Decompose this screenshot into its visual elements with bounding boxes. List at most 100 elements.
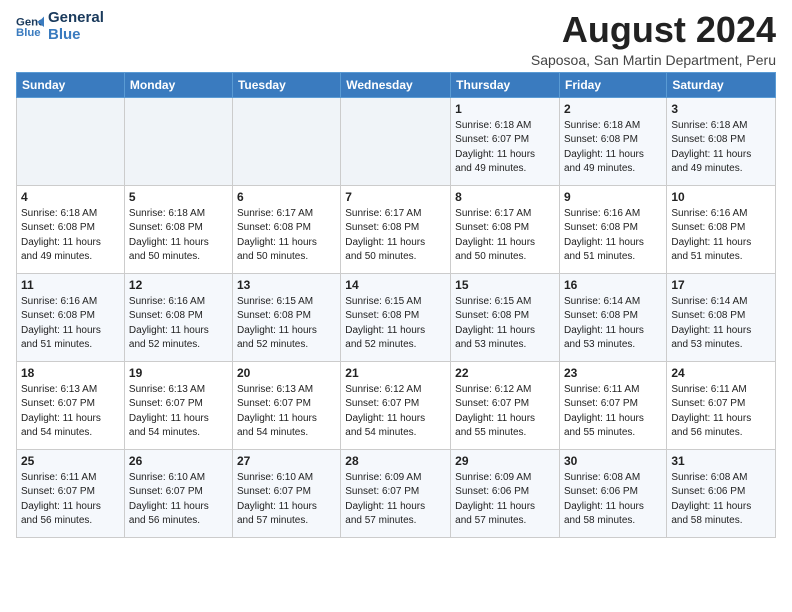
- calendar-cell: 28Sunrise: 6:09 AM Sunset: 6:07 PM Dayli…: [341, 449, 451, 537]
- day-header-wednesday: Wednesday: [341, 72, 451, 97]
- week-row-5: 25Sunrise: 6:11 AM Sunset: 6:07 PM Dayli…: [17, 449, 776, 537]
- day-number: 15: [455, 277, 555, 294]
- day-number: 5: [129, 189, 228, 206]
- day-header-sunday: Sunday: [17, 72, 125, 97]
- calendar-cell: 5Sunrise: 6:18 AM Sunset: 6:08 PM Daylig…: [124, 185, 232, 273]
- calendar-cell: 8Sunrise: 6:17 AM Sunset: 6:08 PM Daylig…: [451, 185, 560, 273]
- day-info: Sunrise: 6:11 AM Sunset: 6:07 PM Dayligh…: [564, 383, 662, 441]
- day-header-saturday: Saturday: [667, 72, 776, 97]
- calendar-cell: 29Sunrise: 6:09 AM Sunset: 6:06 PM Dayli…: [451, 449, 560, 537]
- calendar-cell: 13Sunrise: 6:15 AM Sunset: 6:08 PM Dayli…: [232, 273, 340, 361]
- calendar-cell: 25Sunrise: 6:11 AM Sunset: 6:07 PM Dayli…: [17, 449, 125, 537]
- calendar-cell: 27Sunrise: 6:10 AM Sunset: 6:07 PM Dayli…: [232, 449, 340, 537]
- page-header: General Blue General Blue August 2024 Sa…: [16, 10, 776, 68]
- day-info: Sunrise: 6:11 AM Sunset: 6:07 PM Dayligh…: [21, 471, 120, 529]
- calendar-header-row: SundayMondayTuesdayWednesdayThursdayFrid…: [17, 72, 776, 97]
- day-info: Sunrise: 6:18 AM Sunset: 6:08 PM Dayligh…: [21, 207, 120, 265]
- calendar-cell: [341, 97, 451, 185]
- day-info: Sunrise: 6:14 AM Sunset: 6:08 PM Dayligh…: [564, 295, 662, 353]
- day-number: 1: [455, 101, 555, 118]
- day-info: Sunrise: 6:18 AM Sunset: 6:08 PM Dayligh…: [129, 207, 228, 265]
- day-info: Sunrise: 6:16 AM Sunset: 6:08 PM Dayligh…: [129, 295, 228, 353]
- calendar-table: SundayMondayTuesdayWednesdayThursdayFrid…: [16, 72, 776, 538]
- day-header-thursday: Thursday: [451, 72, 560, 97]
- day-header-tuesday: Tuesday: [232, 72, 340, 97]
- day-info: Sunrise: 6:18 AM Sunset: 6:08 PM Dayligh…: [564, 119, 662, 177]
- day-number: 21: [345, 365, 446, 382]
- day-info: Sunrise: 6:10 AM Sunset: 6:07 PM Dayligh…: [237, 471, 336, 529]
- day-info: Sunrise: 6:12 AM Sunset: 6:07 PM Dayligh…: [455, 383, 555, 441]
- calendar-cell: 1Sunrise: 6:18 AM Sunset: 6:07 PM Daylig…: [451, 97, 560, 185]
- calendar-cell: 18Sunrise: 6:13 AM Sunset: 6:07 PM Dayli…: [17, 361, 125, 449]
- svg-text:Blue: Blue: [16, 26, 41, 38]
- day-number: 23: [564, 365, 662, 382]
- day-info: Sunrise: 6:08 AM Sunset: 6:06 PM Dayligh…: [564, 471, 662, 529]
- calendar-cell: 12Sunrise: 6:16 AM Sunset: 6:08 PM Dayli…: [124, 273, 232, 361]
- calendar-cell: 19Sunrise: 6:13 AM Sunset: 6:07 PM Dayli…: [124, 361, 232, 449]
- day-number: 14: [345, 277, 446, 294]
- calendar-cell: 23Sunrise: 6:11 AM Sunset: 6:07 PM Dayli…: [560, 361, 667, 449]
- day-number: 18: [21, 365, 120, 382]
- week-row-1: 1Sunrise: 6:18 AM Sunset: 6:07 PM Daylig…: [17, 97, 776, 185]
- day-info: Sunrise: 6:13 AM Sunset: 6:07 PM Dayligh…: [129, 383, 228, 441]
- day-number: 19: [129, 365, 228, 382]
- calendar-cell: 14Sunrise: 6:15 AM Sunset: 6:08 PM Dayli…: [341, 273, 451, 361]
- logo: General Blue General Blue: [16, 10, 104, 43]
- day-header-friday: Friday: [560, 72, 667, 97]
- day-number: 28: [345, 453, 446, 470]
- day-info: Sunrise: 6:17 AM Sunset: 6:08 PM Dayligh…: [345, 207, 446, 265]
- day-number: 11: [21, 277, 120, 294]
- week-row-4: 18Sunrise: 6:13 AM Sunset: 6:07 PM Dayli…: [17, 361, 776, 449]
- calendar-cell: 17Sunrise: 6:14 AM Sunset: 6:08 PM Dayli…: [667, 273, 776, 361]
- calendar-cell: 24Sunrise: 6:11 AM Sunset: 6:07 PM Dayli…: [667, 361, 776, 449]
- day-number: 22: [455, 365, 555, 382]
- calendar-cell: 30Sunrise: 6:08 AM Sunset: 6:06 PM Dayli…: [560, 449, 667, 537]
- calendar-cell: 2Sunrise: 6:18 AM Sunset: 6:08 PM Daylig…: [560, 97, 667, 185]
- calendar-cell: 26Sunrise: 6:10 AM Sunset: 6:07 PM Dayli…: [124, 449, 232, 537]
- calendar-cell: 20Sunrise: 6:13 AM Sunset: 6:07 PM Dayli…: [232, 361, 340, 449]
- week-row-2: 4Sunrise: 6:18 AM Sunset: 6:08 PM Daylig…: [17, 185, 776, 273]
- calendar-cell: 11Sunrise: 6:16 AM Sunset: 6:08 PM Dayli…: [17, 273, 125, 361]
- calendar-cell: 15Sunrise: 6:15 AM Sunset: 6:08 PM Dayli…: [451, 273, 560, 361]
- calendar-cell: 3Sunrise: 6:18 AM Sunset: 6:08 PM Daylig…: [667, 97, 776, 185]
- day-info: Sunrise: 6:13 AM Sunset: 6:07 PM Dayligh…: [237, 383, 336, 441]
- location-subtitle: Saposoa, San Martin Department, Peru: [531, 52, 776, 68]
- day-number: 3: [671, 101, 771, 118]
- day-info: Sunrise: 6:17 AM Sunset: 6:08 PM Dayligh…: [455, 207, 555, 265]
- day-number: 24: [671, 365, 771, 382]
- day-number: 25: [21, 453, 120, 470]
- day-number: 8: [455, 189, 555, 206]
- day-number: 6: [237, 189, 336, 206]
- week-row-3: 11Sunrise: 6:16 AM Sunset: 6:08 PM Dayli…: [17, 273, 776, 361]
- calendar-cell: 9Sunrise: 6:16 AM Sunset: 6:08 PM Daylig…: [560, 185, 667, 273]
- day-number: 9: [564, 189, 662, 206]
- calendar-cell: 21Sunrise: 6:12 AM Sunset: 6:07 PM Dayli…: [341, 361, 451, 449]
- day-info: Sunrise: 6:15 AM Sunset: 6:08 PM Dayligh…: [455, 295, 555, 353]
- day-info: Sunrise: 6:11 AM Sunset: 6:07 PM Dayligh…: [671, 383, 771, 441]
- title-block: August 2024 Saposoa, San Martin Departme…: [531, 10, 776, 68]
- day-info: Sunrise: 6:16 AM Sunset: 6:08 PM Dayligh…: [21, 295, 120, 353]
- day-info: Sunrise: 6:16 AM Sunset: 6:08 PM Dayligh…: [671, 207, 771, 265]
- day-number: 12: [129, 277, 228, 294]
- day-info: Sunrise: 6:16 AM Sunset: 6:08 PM Dayligh…: [564, 207, 662, 265]
- calendar-cell: 16Sunrise: 6:14 AM Sunset: 6:08 PM Dayli…: [560, 273, 667, 361]
- calendar-cell: [17, 97, 125, 185]
- day-info: Sunrise: 6:15 AM Sunset: 6:08 PM Dayligh…: [345, 295, 446, 353]
- day-number: 13: [237, 277, 336, 294]
- day-info: Sunrise: 6:08 AM Sunset: 6:06 PM Dayligh…: [671, 471, 771, 529]
- day-info: Sunrise: 6:18 AM Sunset: 6:07 PM Dayligh…: [455, 119, 555, 177]
- calendar-cell: 4Sunrise: 6:18 AM Sunset: 6:08 PM Daylig…: [17, 185, 125, 273]
- day-number: 17: [671, 277, 771, 294]
- day-info: Sunrise: 6:14 AM Sunset: 6:08 PM Dayligh…: [671, 295, 771, 353]
- day-info: Sunrise: 6:12 AM Sunset: 6:07 PM Dayligh…: [345, 383, 446, 441]
- day-number: 26: [129, 453, 228, 470]
- day-info: Sunrise: 6:10 AM Sunset: 6:07 PM Dayligh…: [129, 471, 228, 529]
- day-number: 16: [564, 277, 662, 294]
- day-number: 27: [237, 453, 336, 470]
- day-info: Sunrise: 6:13 AM Sunset: 6:07 PM Dayligh…: [21, 383, 120, 441]
- day-number: 29: [455, 453, 555, 470]
- logo-icon: General Blue: [16, 13, 44, 41]
- calendar-cell: 10Sunrise: 6:16 AM Sunset: 6:08 PM Dayli…: [667, 185, 776, 273]
- day-info: Sunrise: 6:17 AM Sunset: 6:08 PM Dayligh…: [237, 207, 336, 265]
- calendar-cell: 22Sunrise: 6:12 AM Sunset: 6:07 PM Dayli…: [451, 361, 560, 449]
